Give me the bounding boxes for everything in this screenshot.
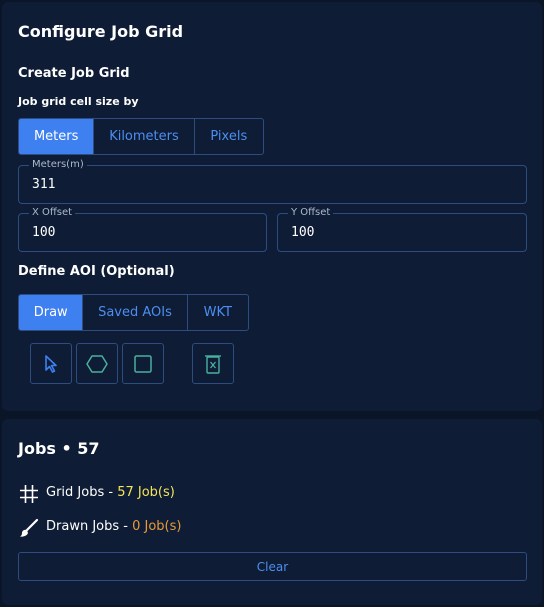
cell-size-label: Job grid cell size by (18, 95, 139, 108)
drawn-jobs-count: 0 Job(s) (132, 519, 182, 534)
unit-selector: Meters Kilometers Pixels (18, 118, 264, 155)
create-job-grid-heading: Create Job Grid (18, 66, 130, 81)
grid-jobs-separator: - (104, 485, 118, 500)
grid-jobs-count: 57 Job(s) (117, 485, 175, 500)
drawn-jobs-label: Drawn Jobs (46, 519, 120, 534)
meters-field-value[interactable]: 311 (32, 177, 55, 192)
grid-jobs-label: Grid Jobs (46, 485, 105, 500)
y-offset-value[interactable]: 100 (291, 225, 314, 240)
define-aoi-heading: Define AOI (Optional) (18, 264, 175, 279)
rectangle-tool-button[interactable] (122, 343, 164, 384)
delete-shapes-icon (205, 354, 221, 374)
unit-option-pixels[interactable]: Pixels (195, 119, 263, 154)
unit-option-meters[interactable]: Meters (19, 119, 95, 154)
meters-field-label: Meters(m) (29, 159, 87, 170)
aoi-tabs: Draw Saved AOIs WKT (18, 294, 249, 331)
jobs-title: Jobs • 57 (18, 439, 100, 458)
y-offset-field[interactable]: Y Offset 100 (277, 207, 527, 252)
grid-icon (19, 484, 39, 504)
x-offset-label: X Offset (29, 207, 76, 218)
meters-field[interactable]: Meters(m) 311 (18, 159, 527, 204)
unit-option-kilometers[interactable]: Kilometers (94, 119, 195, 154)
aoi-tab-saved-aois[interactable]: Saved AOIs (83, 295, 188, 330)
rectangle-icon (134, 354, 152, 373)
brush-icon (19, 518, 39, 538)
x-offset-field[interactable]: X Offset 100 (18, 207, 267, 252)
drawn-jobs-row: Drawn Jobs - 0 Job(s) (46, 519, 181, 534)
y-offset-label: Y Offset (288, 207, 334, 218)
aoi-tab-wkt[interactable]: WKT (188, 295, 248, 330)
polygon-hexagon-icon (86, 354, 108, 373)
aoi-tab-draw[interactable]: Draw (19, 295, 84, 330)
configure-title: Configure Job Grid (18, 22, 184, 41)
select-pointer-icon (45, 354, 57, 373)
select-tool-button[interactable] (30, 343, 72, 384)
delete-shapes-button[interactable] (192, 343, 234, 384)
polygon-tool-button[interactable] (76, 343, 118, 384)
grid-jobs-row: Grid Jobs - 57 Job(s) (46, 485, 175, 500)
drawn-jobs-separator: - (119, 519, 133, 534)
x-offset-value[interactable]: 100 (32, 225, 55, 240)
clear-button[interactable]: Clear (18, 552, 527, 581)
